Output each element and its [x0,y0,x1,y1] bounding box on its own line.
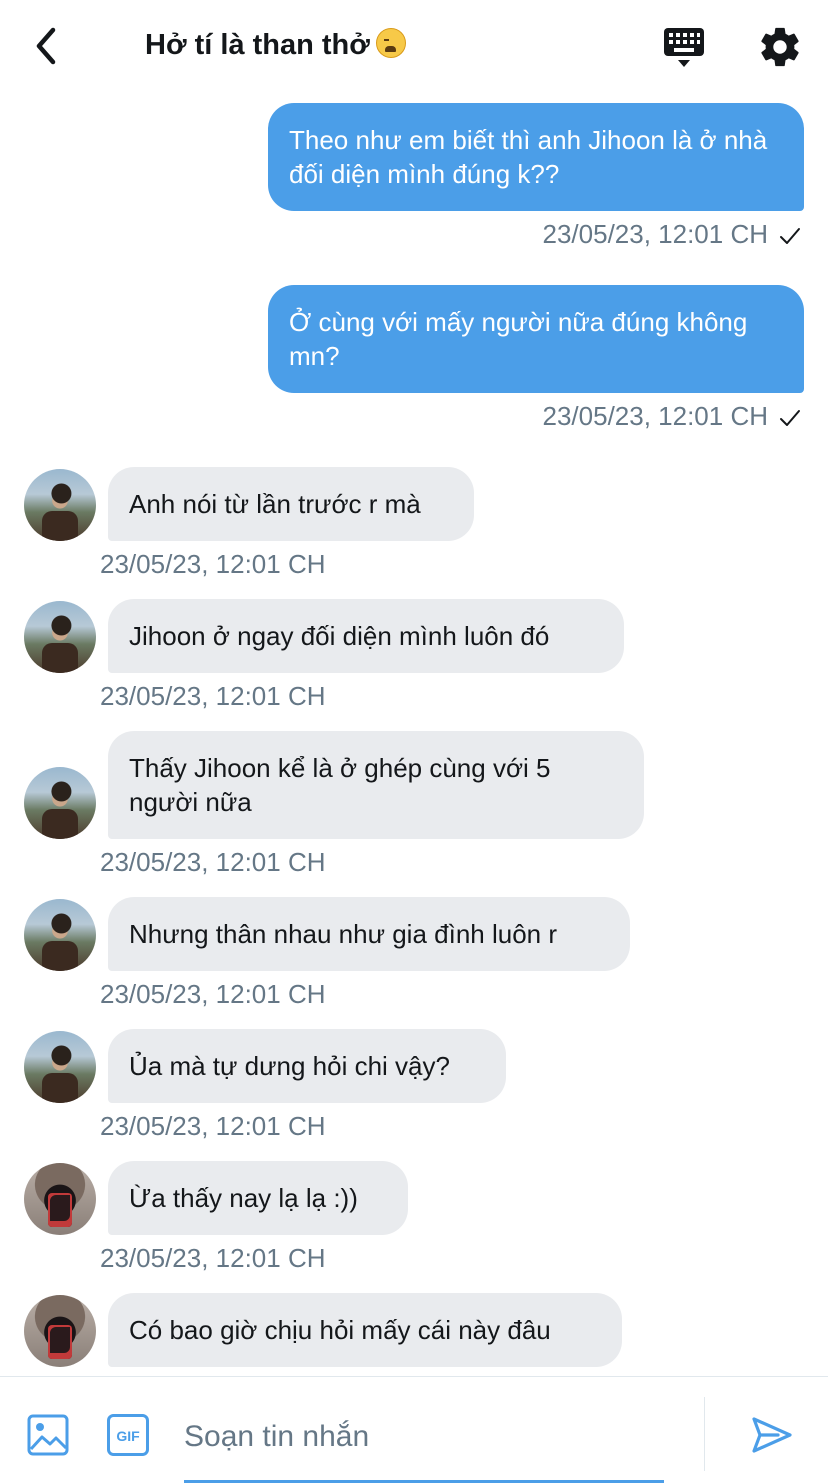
sender-avatar[interactable] [24,767,96,839]
message-text: Thấy Jihoon kể là ở ghép cùng với 5 ngườ… [129,753,551,817]
image-icon [27,1414,69,1456]
gif-label: GIF [116,1428,140,1444]
sender-avatar[interactable] [24,899,96,971]
message-timestamp: 23/05/23, 12:01 CH [100,847,326,877]
sender-avatar[interactable] [24,469,96,541]
incoming-message-bubble[interactable]: Thấy Jihoon kể là ở ghép cùng với 5 ngườ… [108,731,644,839]
check-icon [780,410,800,426]
outgoing-message-bubble[interactable]: Theo như em biết thì anh Jihoon là ở nhà… [268,103,804,211]
sender-avatar[interactable] [24,1295,96,1367]
message-text: Theo như em biết thì anh Jihoon là ở nhà… [289,125,768,189]
check-icon [780,228,800,244]
message-timestamp: 23/05/23, 12:01 CH [100,1111,326,1141]
message-composer: GIF [0,1376,828,1484]
message-timestamp: 23/05/23, 12:01 CH [100,549,326,579]
message-text: Nhưng thân nhau như gia đình luôn r [129,919,558,949]
message-text: Ừa thấy nay lạ lạ :)) [129,1183,358,1213]
keyboard-icon [664,28,704,67]
sender-avatar[interactable] [24,601,96,673]
message-timestamp: 23/05/23, 12:01 CH [100,979,326,1009]
sender-avatar[interactable] [24,1163,96,1235]
message-text: Có bao giờ chịu hỏi mấy cái này đâu [129,1315,551,1345]
message-text: Ủa mà tự dưng hỏi chi vậy? [129,1051,450,1081]
gear-icon [761,27,799,67]
message-input[interactable] [184,1393,664,1483]
back-arrow-icon [36,27,56,65]
conversation-title-text: Hở tí là than thở [145,29,370,61]
incoming-message-bubble[interactable]: Ừa thấy nay lạ lạ :)) [108,1161,408,1235]
weary-face-emoji [375,28,406,58]
incoming-message-bubble[interactable]: Có bao giờ chịu hỏi mấy cái này đâu [108,1293,622,1367]
outgoing-message-bubble[interactable]: Ở cùng với mấy người nữa đúng không mn? [268,285,804,393]
message-text: Jihoon ở ngay đối diện mình luôn đó [129,621,550,651]
incoming-message-bubble[interactable]: Anh nói từ lần trước r mà [108,467,474,541]
settings-button[interactable] [756,24,804,70]
message-text: Ở cùng với mấy người nữa đúng không mn? [289,307,748,371]
conversation-title: Hở tí là than thở [145,28,406,62]
send-button[interactable] [748,1411,796,1459]
incoming-message-bubble[interactable]: Ủa mà tự dưng hỏi chi vậy? [108,1029,506,1103]
keyboard-toggle-button[interactable] [660,24,708,70]
send-icon [752,1417,792,1453]
attach-image-button[interactable] [26,1413,70,1457]
message-timestamp: 23/05/23, 12:01 CH [542,219,769,249]
message-timestamp: 23/05/23, 12:01 CH [100,681,326,711]
conversation-header: Hở tí là than thở [0,0,828,92]
message-timestamp: 23/05/23, 12:01 CH [100,1243,326,1273]
sender-avatar[interactable] [24,1031,96,1103]
message-text: Anh nói từ lần trước r mà [129,489,421,519]
attach-gif-button[interactable]: GIF [106,1413,150,1457]
incoming-message-bubble[interactable]: Jihoon ở ngay đối diện mình luôn đó [108,599,624,673]
message-list[interactable]: Theo như em biết thì anh Jihoon là ở nhà… [0,92,828,1376]
message-timestamp: 23/05/23, 12:01 CH [542,401,769,431]
incoming-message-bubble[interactable]: Nhưng thân nhau như gia đình luôn r [108,897,630,971]
composer-divider [704,1397,705,1471]
gif-icon: GIF [107,1414,149,1456]
back-button[interactable] [24,24,68,68]
